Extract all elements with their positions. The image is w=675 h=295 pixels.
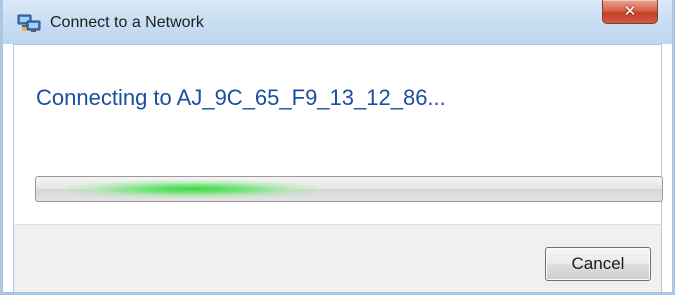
network-icon	[17, 13, 41, 33]
window-title: Connect to a Network	[50, 14, 204, 31]
connection-progress-bar	[35, 176, 663, 202]
connect-to-network-dialog: Connect to a Network ✕ Connecting to AJ_…	[0, 0, 675, 295]
cancel-button[interactable]: Cancel	[545, 247, 651, 281]
dialog-content: Connecting to AJ_9C_65_F9_13_12_86...	[13, 44, 663, 225]
connection-status-text: Connecting to AJ_9C_65_F9_13_12_86...	[36, 85, 446, 110]
dialog-footer: Cancel	[13, 224, 662, 292]
close-button[interactable]: ✕	[602, 0, 658, 24]
title-bar[interactable]: Connect to a Network ✕	[3, 0, 672, 44]
progress-marquee-glow	[67, 180, 318, 198]
close-icon: ✕	[623, 2, 637, 20]
